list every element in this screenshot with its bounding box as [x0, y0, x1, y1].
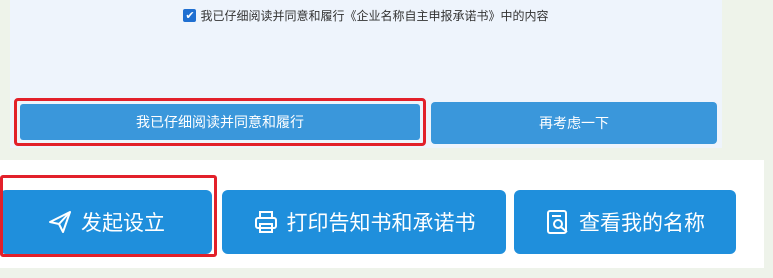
- start-button-highlight: [0, 175, 217, 257]
- reconsider-button[interactable]: 再考虑一下: [431, 102, 717, 144]
- confirm-agree-label: 我已仔细阅读并同意和履行: [136, 115, 304, 131]
- print-notice-button[interactable]: 打印告知书和承诺书: [222, 190, 506, 254]
- agreement-row[interactable]: ✔ 我已仔细阅读并同意和履行《企业名称自主申报承诺书》中的内容: [10, 5, 722, 25]
- view-my-name-label: 查看我的名称: [579, 211, 705, 235]
- confirm-agree-button-highlight: 我已仔细阅读并同意和履行: [14, 98, 426, 146]
- agreement-text: 我已仔细阅读并同意和履行《企业名称自主申报承诺书》中的内容: [200, 8, 549, 23]
- print-notice-label: 打印告知书和承诺书: [286, 211, 476, 235]
- document-search-icon: [545, 209, 571, 235]
- confirm-agree-button[interactable]: 我已仔细阅读并同意和履行: [20, 104, 420, 140]
- agreement-checkbox[interactable]: ✔: [183, 8, 197, 22]
- view-my-name-button[interactable]: 查看我的名称: [514, 190, 736, 254]
- reconsider-label: 再考虑一下: [539, 116, 609, 132]
- printer-icon: [253, 209, 279, 235]
